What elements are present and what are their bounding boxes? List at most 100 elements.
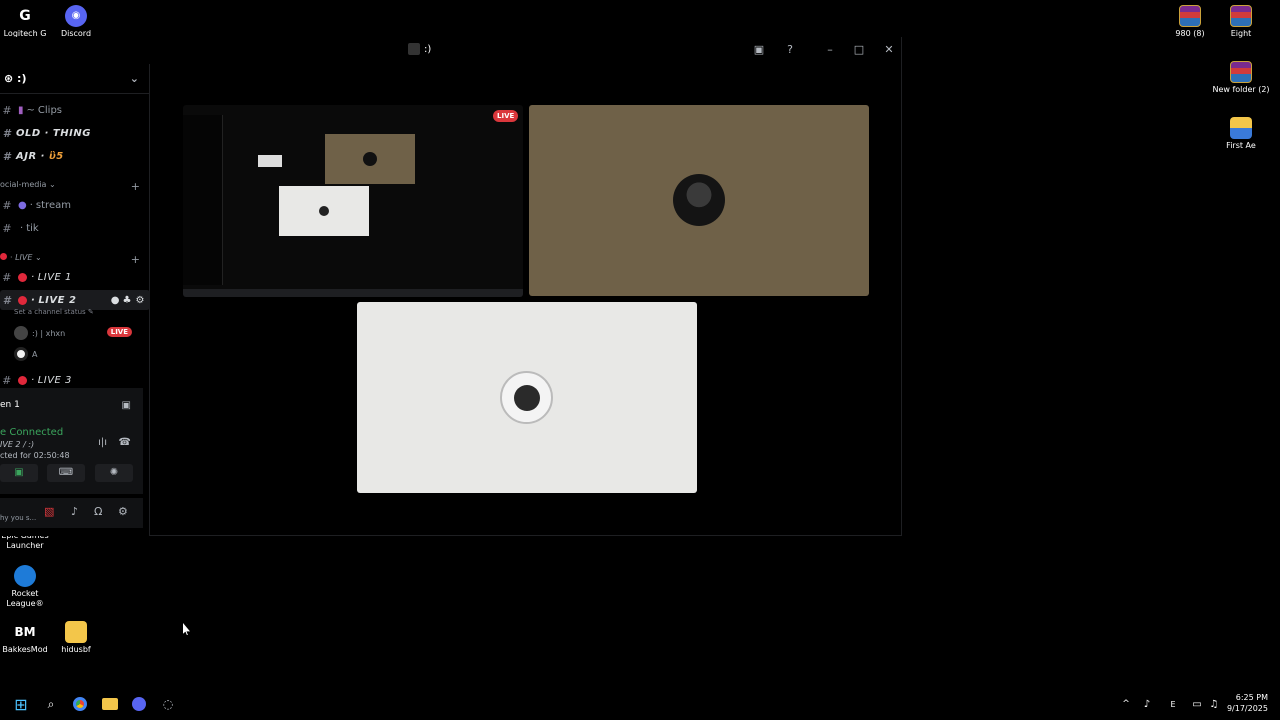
hash-icon: # [2,198,12,212]
channel-tik[interactable]: # · tik [0,218,150,238]
archive-icon [1230,61,1252,83]
desktop-icon-hidusbf[interactable]: hidusbf [46,621,106,655]
add-channel-icon[interactable]: + [131,253,140,266]
folder-icon [65,621,87,643]
chrome-icon[interactable] [71,695,89,713]
voice-panel: en 1 ▣ e Connected IVE 2 / :) cted for 0… [0,388,143,494]
nested-screen-white [279,186,369,236]
chat-icon[interactable]: ● [111,295,120,306]
headphones-icon[interactable]: Ω [94,505,102,518]
activity-button[interactable]: ⌨ [47,464,85,482]
server-icon: ⊛ [4,72,18,85]
screen-share-label: en 1 [0,400,20,410]
nested-taskbar [183,289,523,297]
folder-icon [1230,117,1252,139]
minimize-button[interactable]: – [821,41,839,59]
screen-share-tile[interactable] [183,105,523,297]
clapper-icon: ▮ [18,104,24,116]
window-title: :) [408,43,431,55]
desktop-icon-rocket-league[interactable]: Rocket League® [0,565,55,609]
nested-screen-brown [325,134,415,184]
noise-icon[interactable]: ı|ı [98,437,107,448]
server-avatar-icon [408,43,420,55]
speaker-icon: # [2,270,12,284]
participant-tile-xhxn[interactable] [529,105,869,296]
add-channel-icon[interactable]: + [131,180,140,193]
server-header[interactable]: ⊛ :) ⌄ [0,64,149,94]
pencil-icon: ✎ [87,308,94,316]
channel-live-2[interactable]: # · LIVE 2 ● ♣ ⚙ [0,290,150,310]
disconnect-icon[interactable]: ☎ [119,437,131,448]
voice-user-xhxn[interactable]: :) | xhxn LIVE [14,326,140,340]
user-status-text[interactable]: hy you s... [0,514,36,522]
file-explorer-icon[interactable] [101,695,119,713]
category-social-media[interactable]: ocial-media ⌄ + [0,180,140,193]
desktop-icon-discord[interactable]: ◉ Discord [46,5,106,39]
logitech-icon: G [19,8,31,24]
desktop-icon-eight[interactable]: Eight [1211,5,1271,39]
red-dot-icon [18,375,27,385]
discord-icon: ◉ [65,5,87,27]
windows-start-icon[interactable]: ⊞ [12,695,30,714]
discord-window: :) ▣ ? – □ ✕ ⊛ :) ⌄ # ▮ ~ Clips # OLD · … [0,37,902,536]
mouse-cursor [183,623,190,635]
avatar [500,371,553,424]
connected-duration: cted for 02:50:48 [0,451,70,460]
gear-icon[interactable]: ⚙ [136,295,145,306]
taskbar: ⊞ ⌕ ◌ ^ ♪ E ▭ ♫ 6:25 PM 9/17/2025 [0,688,1280,720]
microphone-icon[interactable]: ♪ [71,505,78,518]
stop-stream-icon[interactable]: ▣ [122,400,131,411]
nested-sidebar [183,115,223,285]
channel-live-1[interactable]: # · LIVE 1 [0,267,150,287]
speaker-icon: # [2,373,12,387]
live-badge: LIVE [493,110,519,122]
red-dot-icon [18,295,27,305]
volume-icon[interactable]: ♫ [1205,695,1223,713]
search-icon[interactable]: ⌕ [42,695,60,713]
channel-live-3[interactable]: # · LIVE 3 [0,370,150,390]
chevron-up-icon[interactable]: ^ [1117,695,1135,713]
voice-channel-name[interactable]: IVE 2 / :) [0,440,34,449]
archive-icon [1179,5,1201,27]
speaker-icon: # [2,293,12,307]
channel-stream[interactable]: # ● · stream [0,195,150,215]
discord-taskbar-icon[interactable] [130,695,148,713]
channel-status[interactable]: Set a channel status ✎ [14,308,94,316]
avatar [14,326,28,340]
channel-clips[interactable]: # ▮ ~ Clips [0,100,150,120]
voice-user-a[interactable]: A [14,347,140,361]
channel-ajr[interactable]: # AJR · ὒ5 [0,146,150,166]
bakkesmod-icon: BM [14,625,36,639]
red-dot-icon [18,272,27,282]
close-button[interactable]: ✕ [880,41,898,59]
soundboard-button[interactable]: ✺ [95,464,133,482]
channel-old-thing[interactable]: # OLD · THING [0,123,150,143]
language-icon[interactable]: E [1164,695,1182,713]
live-badge: LIVE [106,327,132,337]
maximize-button[interactable]: □ [850,41,868,59]
microphone-tray-icon[interactable]: ♪ [1138,695,1156,713]
hash-icon: # [2,149,12,163]
connection-status[interactable]: e Connected [0,427,63,438]
clock[interactable]: 6:25 PM 9/17/2025 [1227,692,1268,714]
hash-icon: # [2,221,12,235]
app-icon[interactable]: ◌ [159,695,177,713]
nested-screen-small [258,155,282,167]
chevron-down-icon: ⌄ [129,72,139,85]
stream-grid: LIVE [150,63,901,535]
flame-icon: ὒ5 [48,150,64,162]
add-member-icon[interactable]: ♣ [123,295,132,306]
inbox-icon[interactable]: ▣ [750,41,768,59]
screen-share-button[interactable]: ▣ [0,464,38,482]
desktop-icon-first-ae[interactable]: First Ae [1211,117,1271,151]
network-icon[interactable]: ▭ [1188,695,1206,713]
desktop-icon-new-folder[interactable]: New folder (2) [1211,61,1271,95]
help-icon[interactable]: ? [781,41,799,59]
red-dot-icon [0,253,7,260]
hash-icon: # [2,103,12,117]
camera-off-icon[interactable]: ▧ [44,505,54,518]
settings-gear-icon[interactable]: ⚙ [118,505,128,518]
archive-icon [1230,5,1252,27]
participant-tile-a[interactable] [357,302,697,493]
category-live[interactable]: · LIVE ⌄ + [0,253,140,266]
